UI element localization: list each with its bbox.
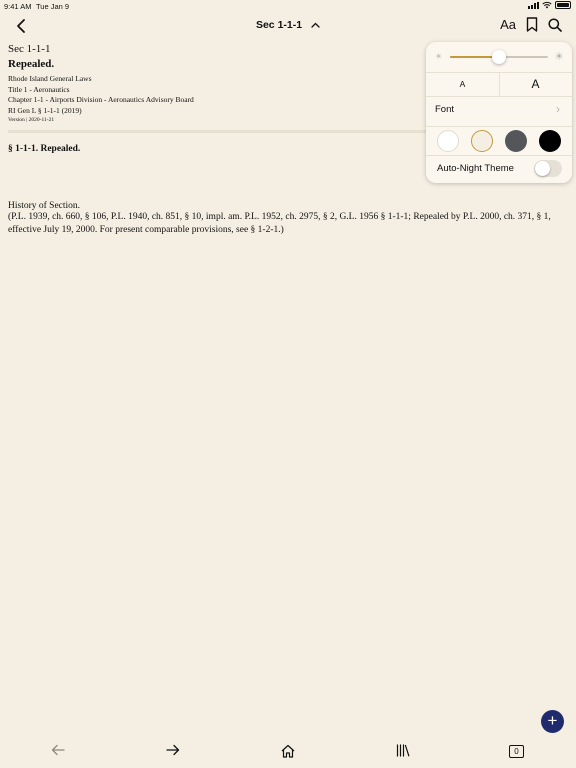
history-back-button[interactable] bbox=[47, 744, 69, 762]
auto-night-row: Auto-Night Theme bbox=[426, 155, 572, 183]
display-settings-popover: ☀ ☀ A A Font › Auto-Night Theme bbox=[426, 42, 572, 183]
back-arrow-icon bbox=[51, 744, 65, 756]
sun-large-icon: ☀ bbox=[554, 51, 564, 63]
font-settings-button[interactable]: Aa bbox=[500, 17, 516, 32]
font-size-row: A A bbox=[426, 72, 572, 97]
font-label: Font bbox=[435, 104, 455, 115]
cellular-signal-icon bbox=[528, 1, 539, 9]
theme-black-button[interactable] bbox=[539, 130, 561, 152]
increase-font-button[interactable]: A bbox=[499, 72, 572, 96]
status-time: 9:41 AM bbox=[4, 2, 32, 11]
auto-night-label: Auto-Night Theme bbox=[437, 163, 514, 174]
brightness-row: ☀ ☀ bbox=[426, 42, 572, 73]
bookmark-icon[interactable] bbox=[526, 17, 538, 32]
status-bar: 9:41 AM Tue Jan 9 bbox=[0, 0, 576, 12]
chevron-right-icon: › bbox=[556, 102, 560, 116]
history-text: (P.L. 1939, ch. 660, § 106, P.L. 1940, c… bbox=[8, 212, 551, 235]
home-button[interactable] bbox=[277, 744, 299, 762]
history-label: History of Section. bbox=[8, 201, 81, 211]
chevron-up-icon bbox=[311, 22, 320, 28]
battery-icon bbox=[555, 1, 571, 9]
library-icon bbox=[396, 744, 410, 757]
home-icon bbox=[281, 744, 295, 758]
auto-night-toggle[interactable] bbox=[534, 160, 562, 177]
nav-actions: Aa bbox=[500, 17, 562, 32]
status-indicators bbox=[528, 1, 571, 9]
tabs-icon: 0 bbox=[509, 745, 524, 758]
theme-row bbox=[426, 126, 572, 156]
wifi-icon bbox=[542, 1, 552, 9]
decrease-font-button[interactable]: A bbox=[426, 72, 499, 96]
library-button[interactable] bbox=[392, 744, 414, 762]
tabs-button[interactable]: 0 bbox=[507, 744, 529, 762]
history-forward-button[interactable] bbox=[162, 744, 184, 762]
forward-arrow-icon bbox=[166, 744, 180, 756]
navigation-bar: Sec 1-1-1 Aa bbox=[0, 12, 576, 40]
section-title-button[interactable]: Sec 1-1-1 bbox=[0, 19, 576, 31]
sun-small-icon: ☀ bbox=[435, 52, 443, 61]
font-picker-row[interactable]: Font › bbox=[426, 96, 572, 127]
toggle-knob bbox=[535, 161, 550, 176]
status-date: Tue Jan 9 bbox=[36, 2, 70, 11]
bottom-toolbar: 0 bbox=[0, 740, 576, 768]
nav-title-text: Sec 1-1-1 bbox=[255, 19, 303, 31]
theme-gray-button[interactable] bbox=[505, 130, 527, 152]
add-button[interactable]: + bbox=[541, 710, 564, 733]
search-icon[interactable] bbox=[548, 17, 562, 32]
theme-sepia-button[interactable] bbox=[471, 130, 493, 152]
theme-white-button[interactable] bbox=[437, 130, 459, 152]
brightness-slider-thumb[interactable] bbox=[492, 50, 506, 64]
brightness-slider[interactable] bbox=[450, 50, 548, 64]
